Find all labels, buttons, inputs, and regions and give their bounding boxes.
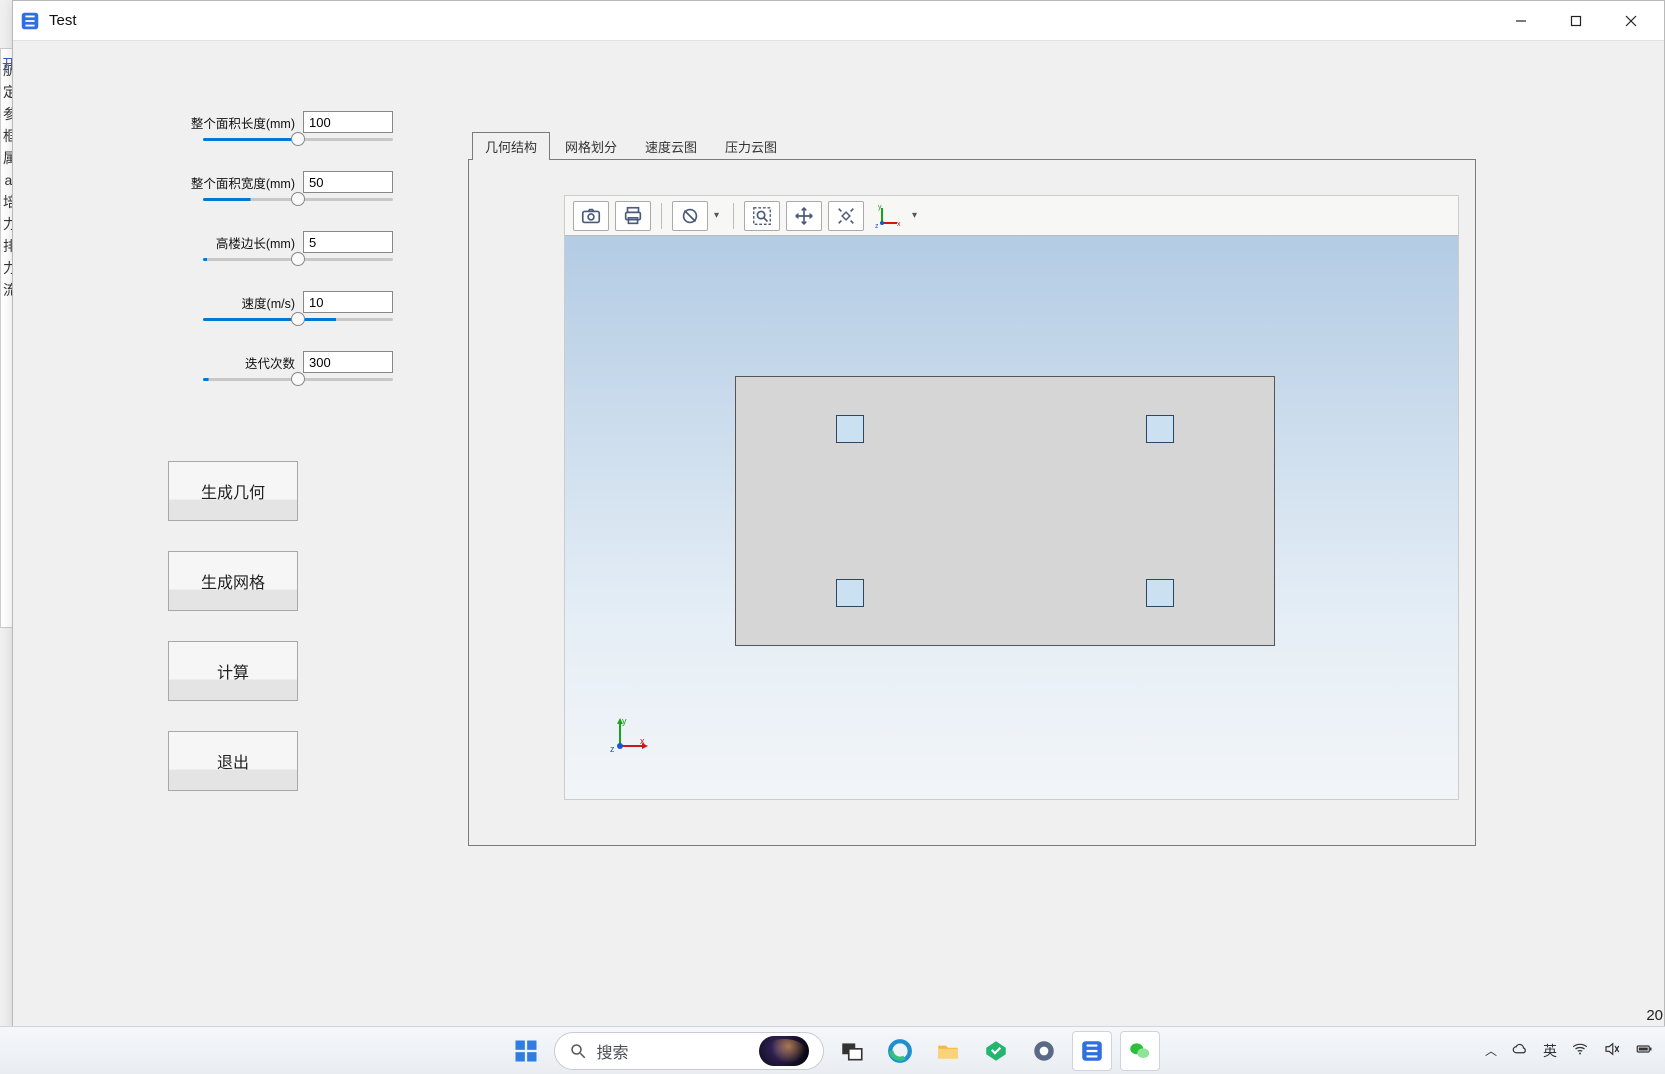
speed-input[interactable] (303, 291, 393, 313)
length-label: 整个面积长度(mm) (191, 113, 295, 132)
toolbar-separator (661, 203, 662, 229)
screenshot-button[interactable] (573, 201, 609, 231)
tab-pressure[interactable]: 压力云图 (712, 132, 790, 160)
tray-ime-indicator[interactable]: 英 (1543, 1041, 1557, 1061)
triad-x-label: x (640, 736, 645, 746)
taskbar-app-explorer[interactable] (928, 1031, 968, 1071)
speed-label: 速度(m/s) (242, 293, 295, 312)
toolbar-separator (733, 203, 734, 229)
taskbar-app-green[interactable] (976, 1031, 1016, 1071)
fit-view-button[interactable] (828, 201, 864, 231)
search-icon (569, 1042, 587, 1060)
axis-orientation-button[interactable]: y x z (870, 201, 906, 231)
search-orb-icon (759, 1036, 809, 1066)
search-placeholder: 搜索 (597, 1039, 629, 1063)
tray-battery-icon[interactable] (1635, 1040, 1653, 1061)
close-button[interactable] (1603, 1, 1658, 41)
triad-z-label: z (610, 744, 615, 754)
geometry-model (735, 376, 1275, 646)
viewport-toolbar: ▾ (565, 196, 1458, 236)
generate-mesh-button[interactable]: 生成网格 (168, 551, 298, 611)
taskbar-app-current[interactable] (1072, 1031, 1112, 1071)
tab-strip: 几何结构 网格划分 速度云图 压力云图 (468, 131, 1476, 159)
exit-button[interactable]: 退出 (168, 731, 298, 791)
tower-label: 高楼边长(mm) (216, 233, 295, 252)
width-slider[interactable] (203, 197, 393, 201)
parameter-panel: 整个面积长度(mm) 整个面积宽度(mm) 高楼边长(mm) 速度(m/s) 迭… (133, 111, 393, 411)
shading-mode-dropdown[interactable]: ▾ (710, 210, 723, 221)
window-title: Test (49, 12, 77, 29)
generate-geometry-button[interactable]: 生成几何 (168, 461, 298, 521)
app-window: Test 整个面积长度(mm) 整个面积宽度(mm) 高楼边长( (12, 0, 1665, 1032)
tray-cloud-icon[interactable] (1511, 1040, 1529, 1061)
triad-y-label: y (622, 716, 627, 726)
iter-input[interactable] (303, 351, 393, 373)
iter-slider[interactable] (203, 377, 393, 381)
taskbar-app-edge[interactable] (880, 1031, 920, 1071)
tray-overflow-button[interactable]: ︿ (1485, 1042, 1497, 1059)
hole-bottom-right (1146, 579, 1174, 607)
tab-velocity[interactable]: 速度云图 (632, 132, 710, 160)
iter-label: 迭代次数 (245, 353, 295, 372)
svg-text:x: x (897, 221, 901, 228)
minimize-button[interactable] (1493, 1, 1548, 41)
start-button[interactable] (506, 1031, 546, 1071)
tab-geometry[interactable]: 几何结构 (472, 132, 550, 160)
width-input[interactable] (303, 171, 393, 193)
windows-taskbar: 搜索 ︿ 英 (0, 1026, 1665, 1074)
taskbar-app-wechat[interactable] (1120, 1031, 1160, 1071)
viewer-area: 几何结构 网格划分 速度云图 压力云图 (468, 131, 1476, 846)
action-buttons: 生成几何 生成网格 计算 退出 (168, 461, 298, 821)
tower-input[interactable] (303, 231, 393, 253)
taskbar-search[interactable]: 搜索 (554, 1032, 824, 1070)
svg-text:y: y (878, 204, 882, 211)
tower-slider[interactable] (203, 257, 393, 261)
svg-text:z: z (875, 223, 879, 229)
hole-bottom-left (836, 579, 864, 607)
length-input[interactable] (303, 111, 393, 133)
taskbar-app-browser[interactable] (1024, 1031, 1064, 1071)
app-body: 整个面积长度(mm) 整个面积宽度(mm) 高楼边长(mm) 速度(m/s) 迭… (13, 41, 1664, 1031)
zoom-window-button[interactable] (744, 201, 780, 231)
titlebar: Test (13, 1, 1664, 41)
tab-content: ▾ (468, 159, 1476, 846)
tab-mesh[interactable]: 网格划分 (552, 132, 630, 160)
maximize-button[interactable] (1548, 1, 1603, 41)
system-tray: ︿ 英 (1485, 1040, 1653, 1061)
speed-slider[interactable] (203, 317, 393, 321)
task-view-button[interactable] (832, 1031, 872, 1071)
tray-volume-icon[interactable] (1603, 1040, 1621, 1061)
screen-edge-number: 20 (1646, 1007, 1663, 1024)
scene-triad: y x z (610, 714, 650, 754)
hole-top-right (1146, 415, 1174, 443)
viewport-3d[interactable]: ▾ (564, 195, 1459, 800)
length-slider[interactable] (203, 137, 393, 141)
compute-button[interactable]: 计算 (168, 641, 298, 701)
hole-top-left (836, 415, 864, 443)
tray-wifi-icon[interactable] (1571, 1040, 1589, 1061)
width-label: 整个面积宽度(mm) (191, 173, 295, 192)
axis-orientation-dropdown[interactable]: ▾ (908, 210, 921, 221)
pan-button[interactable] (786, 201, 822, 231)
app-icon (19, 10, 41, 32)
shading-mode-button[interactable] (672, 201, 708, 231)
print-button[interactable] (615, 201, 651, 231)
